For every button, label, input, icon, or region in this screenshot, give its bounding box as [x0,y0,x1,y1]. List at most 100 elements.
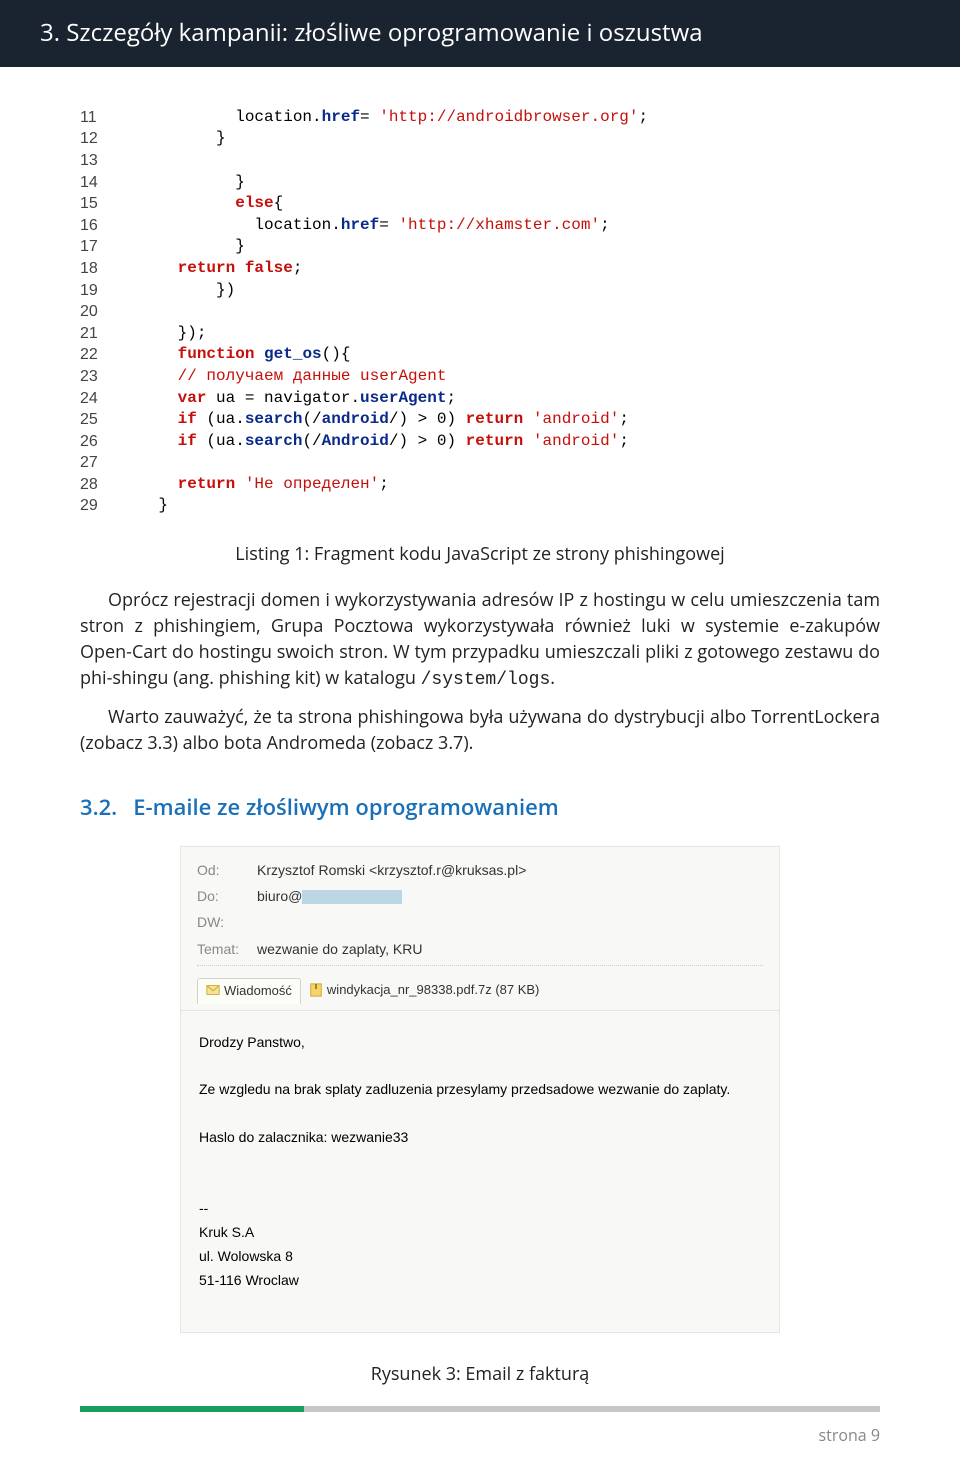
email-cc-row: DW: [197,909,763,935]
email-body-line: Drodzy Panstwo, [199,1031,761,1055]
line-number: 13 [80,150,120,172]
code-text: } [120,172,880,194]
code-text: return false; [120,258,880,280]
code-line: 12 } [80,128,880,150]
code-line: 22 function get_os(){ [80,344,880,366]
email-body-line: Kruk S.A [199,1221,761,1245]
code-line: 17 } [80,236,880,258]
line-number: 15 [80,193,120,215]
code-text: } [120,128,880,150]
attachment-file: windykacja_nr_98338.pdf.7z (87 KB) [309,981,539,1000]
cc-label: DW: [197,912,257,932]
line-number: 29 [80,495,120,517]
code-listing: 11 location.href= 'http://androidbrowser… [80,107,880,517]
subject-value: wezwanie do zaplaty, KRU [257,939,422,959]
email-to-row: Do: biuro@ [197,883,763,909]
code-text [120,150,880,172]
para2-text: Warto zauważyć, że ta strona phishingowa… [80,704,880,756]
line-number: 19 [80,280,120,302]
email-body-line [199,1150,761,1174]
line-number: 18 [80,258,120,280]
section-header-text: 3. Szczegóły kampanii: złośliwe oprogram… [40,16,703,49]
para1-code: /system/logs [421,670,551,690]
email-body-line: -- [199,1197,761,1221]
code-line: 27 [80,452,880,474]
subsection-title: E-maile ze złośliwym oprogramowaniem [133,792,559,822]
line-number: 20 [80,301,120,323]
listing-caption: Listing 1: Fragment kodu JavaScript ze s… [80,541,880,567]
code-text: var ua = navigator.userAgent; [120,388,880,410]
email-body-line: 51-116 Wroclaw [199,1269,761,1293]
subsection-heading: 3.2. E-maile ze złośliwym oprogramowaniem [80,792,880,824]
code-text: } [120,236,880,258]
envelope-icon [206,983,220,999]
line-number: 21 [80,323,120,345]
page-number: strona 9 [0,1412,960,1477]
line-number: 16 [80,215,120,237]
email-body-line: Haslo do zalacznika: wezwanie33 [199,1126,761,1150]
code-line: 14 } [80,172,880,194]
line-number: 22 [80,344,120,366]
code-text: location.href= 'http://androidbrowser.or… [120,107,880,129]
message-tab: Wiadomość [197,978,301,1004]
code-text: if (ua.search(/Android/) > 0) return 'an… [120,431,880,453]
code-line: 18 return false; [80,258,880,280]
line-number: 24 [80,388,120,410]
code-text: return 'Не определен'; [120,474,880,496]
email-from-row: Od: Krzysztof Romski <krzysztof.r@kruksa… [197,857,763,883]
code-text: }); [120,323,880,345]
to-value-text: biuro@ [257,888,302,904]
section-header: 3. Szczegóły kampanii: złośliwe oprogram… [0,0,960,67]
code-text: // получаем данные userAgent [120,366,880,388]
from-label: Od: [197,860,257,880]
to-value: biuro@ [257,886,402,906]
line-number: 28 [80,474,120,496]
subsection-number: 3.2. [80,792,117,822]
code-text [120,301,880,323]
email-headers: Od: Krzysztof Romski <krzysztof.r@kruksa… [181,847,779,972]
to-label: Do: [197,886,257,906]
line-number: 11 [80,107,120,129]
code-text: } [120,495,880,517]
email-body-line [199,1173,761,1197]
code-line: 29 } [80,495,880,517]
message-tab-label: Wiadomość [224,982,292,1001]
paragraph-2: Warto zauważyć, że ta strona phishingowa… [80,704,880,756]
line-number: 17 [80,236,120,258]
code-text: if (ua.search(/android/) > 0) return 'an… [120,409,880,431]
email-body-line [199,1102,761,1126]
code-line: 20 [80,301,880,323]
code-text: location.href= 'http://xhamster.com'; [120,215,880,237]
subject-label: Temat: [197,939,257,959]
page-content: 11 location.href= 'http://androidbrowser… [0,67,960,1388]
attachment-filename: windykacja_nr_98338.pdf.7z (87 KB) [327,981,539,1000]
code-line: 19 }) [80,280,880,302]
email-screenshot: Od: Krzysztof Romski <krzysztof.r@kruksa… [180,846,780,1334]
code-line: 16 location.href= 'http://xhamster.com'; [80,215,880,237]
code-line: 15 else{ [80,193,880,215]
code-text: else{ [120,193,880,215]
email-body: Drodzy Panstwo, Ze wzgledu na brak splat… [181,1011,779,1333]
line-number: 27 [80,452,120,474]
code-text: }) [120,280,880,302]
paragraph-1: Oprócz rejestracji domen i wykorzystywan… [80,587,880,693]
line-number: 14 [80,172,120,194]
code-line: 24 var ua = navigator.userAgent; [80,388,880,410]
code-line: 21 }); [80,323,880,345]
code-text: function get_os(){ [120,344,880,366]
email-attachment-row: Wiadomość windykacja_nr_98338.pdf.7z (87… [181,972,779,1011]
email-body-line: Ze wzgledu na brak splaty zadluzenia prz… [199,1078,761,1102]
code-text [120,452,880,474]
line-number: 25 [80,409,120,431]
para1-text-b: . [550,666,555,690]
line-number: 23 [80,366,120,388]
redacted-box [302,890,402,904]
code-line: 28 return 'Не определен'; [80,474,880,496]
code-line: 25 if (ua.search(/android/) > 0) return … [80,409,880,431]
archive-icon [309,983,323,999]
email-body-line: ul. Wolowska 8 [199,1245,761,1269]
email-body-line [199,1054,761,1078]
line-number: 12 [80,128,120,150]
code-line: 11 location.href= 'http://androidbrowser… [80,107,880,129]
from-value: Krzysztof Romski <krzysztof.r@kruksas.pl… [257,860,526,880]
